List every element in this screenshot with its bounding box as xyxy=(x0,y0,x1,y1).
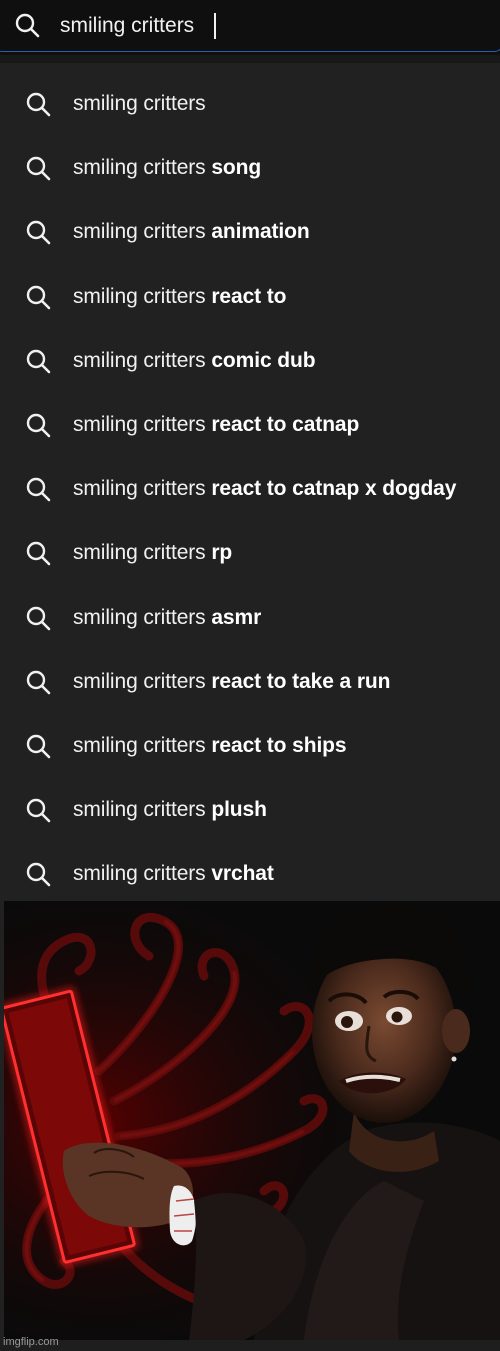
suggestion-completion: asmr xyxy=(211,605,262,629)
suggestion-item[interactable]: smiling critters comic dub xyxy=(0,329,500,393)
suggestion-text: smiling critters comic dub xyxy=(73,348,316,373)
search-icon xyxy=(25,348,51,374)
suggestion-item[interactable]: smiling critters plush xyxy=(0,778,500,842)
suggestion-item[interactable]: smiling critters rp xyxy=(0,521,500,585)
search-bar xyxy=(0,0,500,56)
search-icon xyxy=(25,605,51,631)
search-icon xyxy=(25,284,51,310)
suggestion-item[interactable]: smiling critters asmr xyxy=(0,586,500,650)
suggestion-completion: react to take a run xyxy=(211,669,391,693)
suggestion-completion: react to catnap x dogday xyxy=(211,477,457,501)
suggestion-completion: vrchat xyxy=(211,862,274,886)
suggestion-query: smiling critters xyxy=(73,477,206,501)
suggestion-item[interactable]: smiling critters animation xyxy=(0,200,500,264)
search-icon xyxy=(25,91,51,117)
suggestion-text: smiling critters plush xyxy=(73,798,267,822)
suggestion-text: smiling critters rp xyxy=(73,541,232,565)
suggestion-completion: animation xyxy=(211,220,310,244)
suggestion-query: smiling critters xyxy=(73,92,206,116)
suggestion-item[interactable]: smiling critters xyxy=(0,72,500,136)
suggestion-query: smiling critters xyxy=(73,862,206,886)
search-icon xyxy=(25,155,51,181)
search-icon xyxy=(25,733,51,759)
search-icon xyxy=(25,476,51,502)
suggestion-text: smiling critters react to xyxy=(73,284,287,309)
suggestion-completion: rp xyxy=(211,541,233,565)
suggestion-completion: song xyxy=(211,156,262,180)
suggestion-text: smiling critters react to catnap xyxy=(73,413,359,437)
suggestion-query: smiling critters xyxy=(73,733,206,757)
suggestion-item[interactable]: smiling critters react to ships xyxy=(0,714,500,778)
suggestion-item[interactable]: smiling critters react to take a run xyxy=(0,650,500,714)
suggestion-completion: react to catnap xyxy=(211,413,360,437)
search-icon xyxy=(25,669,51,695)
suggestion-text: smiling critters animation xyxy=(73,220,310,244)
suggestion-query: smiling critters xyxy=(73,284,206,308)
suggestion-list: smiling critters smiling critters song smi… xyxy=(0,72,500,906)
meme-image xyxy=(4,901,500,1340)
suggestion-item[interactable]: smiling critters song xyxy=(0,136,500,200)
suggestion-query: smiling critters xyxy=(73,669,206,693)
footer-bar xyxy=(0,1340,500,1351)
suggestion-query: smiling critters xyxy=(73,798,206,822)
suggestion-text: smiling critters react to catnap x dogda… xyxy=(73,477,456,501)
suggestion-query: smiling critters xyxy=(73,220,206,244)
suggestion-text: smiling critters react to take a run xyxy=(73,670,390,694)
search-icon xyxy=(25,540,51,566)
search-input[interactable] xyxy=(60,10,480,42)
suggestion-completion: plush xyxy=(211,798,267,822)
suggestion-item[interactable]: smiling critters react to catnap xyxy=(0,393,500,457)
suggestion-completion: react to xyxy=(211,284,287,308)
suggestion-query: smiling critters xyxy=(73,605,206,629)
search-icon[interactable] xyxy=(14,12,40,38)
text-cursor xyxy=(214,13,216,39)
suggestion-text: smiling critters react to ships xyxy=(73,734,347,758)
suggestion-query: smiling critters xyxy=(73,156,206,180)
suggestion-completion: comic dub xyxy=(211,348,316,372)
suggestion-text: smiling critters song xyxy=(73,156,261,180)
meme-illustration xyxy=(4,901,500,1340)
suggestion-text: smiling critters xyxy=(73,92,206,116)
suggestion-query: smiling critters xyxy=(73,541,206,565)
suggestion-text: smiling critters asmr xyxy=(73,606,261,630)
suggestion-item[interactable]: smiling critters react to catnap x dogda… xyxy=(0,457,500,521)
search-icon xyxy=(25,861,51,887)
search-icon xyxy=(25,412,51,438)
divider xyxy=(0,55,500,63)
watermark: imgflip.com xyxy=(3,1336,59,1348)
suggestion-item[interactable]: smiling critters react to xyxy=(0,265,500,329)
search-icon xyxy=(25,797,51,823)
suggestion-item[interactable]: smiling critters vrchat xyxy=(0,842,500,906)
suggestion-text: smiling critters vrchat xyxy=(73,862,274,886)
suggestion-completion: react to ships xyxy=(211,733,347,757)
search-icon xyxy=(25,219,51,245)
suggestion-query: smiling critters xyxy=(73,348,206,372)
suggestion-query: smiling critters xyxy=(73,413,206,437)
